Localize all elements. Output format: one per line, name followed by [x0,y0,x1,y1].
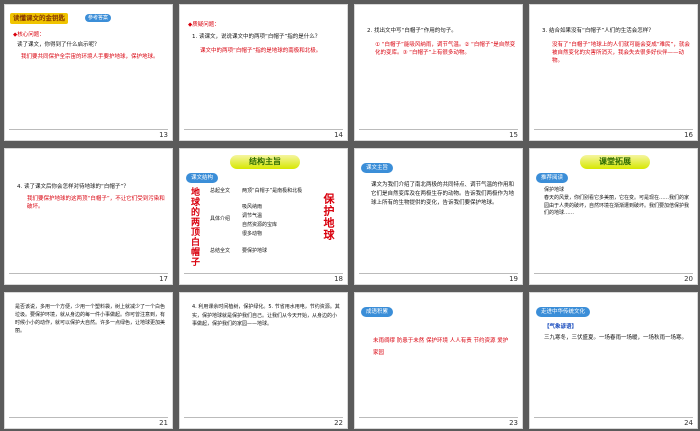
footer-line [184,273,343,274]
slide-answer: 课文为我们介绍了南北两极的共同特点、调节气温的作用和它们是自然变库及在两极生存的… [371,182,515,206]
reading-subtitle: 保护地球 [544,187,565,193]
slide-heading: 结构主旨 [230,155,300,169]
structure-item: 具体介绍 [210,216,231,222]
footer-line [359,129,518,130]
vertical-theme: 保护地球 [322,193,335,241]
slide-14[interactable]: ◆质疑问题： 1. 读课文，说说课文中的两项“白帽子”指的是什么？ 课文中的两项… [179,4,348,141]
footer-line [9,273,168,274]
slide-number: 23 [509,419,518,427]
structure-item: 很多动物 [242,231,263,237]
slide-number: 16 [684,131,693,139]
reading-text: 是否该说，多用一个方便，少用一个塑料袋，树上就减少了一个白色垃圾。要保护环境，就… [15,304,166,334]
structure-item: 自然资源的宝库 [242,222,278,228]
slide-number: 24 [684,419,693,427]
slide-number: 17 [159,275,168,283]
slide-answer: ① “白帽子”能吸风纳雨，调节气温。② “白帽子”是自然变化的变库。③ “白帽子… [375,42,516,56]
section-tag: 课文主旨 [361,163,394,173]
footer-line [184,129,343,130]
proverb-heading: 【气象谚语】 [544,324,578,330]
slide-15[interactable]: 2. 找出文中写“白帽子”作用的句子。 ① “白帽子”能吸风纳雨，调节气温。② … [354,4,523,141]
structure-item: 两顶“白帽子”是南极和北极 [242,188,303,194]
slide-24[interactable]: 走进中华传统文化 【气象谚语】 三九寒冬，三伏盛夏。一场春雨一场暖，一场秋雨一场… [529,292,698,429]
slide-number: 14 [334,131,343,139]
slide-number: 13 [159,131,168,139]
proverb-text: 三九寒冬，三伏盛夏。一场春雨一场暖，一场秋雨一场寒。 [544,335,688,341]
slide-18[interactable]: 结构主旨 课文结构 地球的两顶白帽子 保护地球 总起全文 两顶“白帽子”是南极和… [179,148,348,285]
slide-13[interactable]: 读懂课文的金钥匙 参考答案 ◆核心问题： 读了课文，你得到了什么启示呢？ 我们要… [4,4,173,141]
slide-22[interactable]: 4. 利用课余时间植树，保护绿化。5. 节省用水用电，节约资源。其实，保护地球就… [179,292,348,429]
footer-line [359,273,518,274]
slide-question: 2. 找出文中写“白帽子”作用的句子。 [367,28,457,34]
slide-number: 21 [159,419,168,427]
structure-item: 总起全文 [210,188,231,194]
slide-answer: 我们要共同保护全宗宙的环境人手要护地球，保护地球。 [21,54,159,60]
reading-text: 4. 利用课余时间植树，保护绿化。5. 节省用水用电，节约资源。其实，保护地球就… [192,304,340,327]
slide-answer: 没有了“白帽子”地球上的人们就可能会变成“难民”，就会被自然变化的灾害所消灭，我… [552,42,690,64]
slide-heading: ◆核心问题： [13,32,45,38]
structure-item: 吸风纳雨 [242,204,263,210]
slide-20[interactable]: 课堂拓展 推荐阅读 保护地球 春天的风景，你们别看它多美丽，它在变。可是现在……… [529,148,698,285]
idiom-list: 未雨绸缪 防患于未然 保护环境 人人有责 节约资源 爱护家园 [373,338,509,356]
structure-item: 总结全文 [210,248,231,254]
section-tag: 推荐阅读 [536,173,569,183]
slide-21[interactable]: 是否该说，多用一个方便，少用一个塑料袋，树上就减少了一个白色垃圾。要保护环境，就… [4,292,173,429]
slide-heading: 课堂拓展 [580,155,650,169]
footer-line [184,417,343,418]
slide-number: 18 [334,275,343,283]
slide-19[interactable]: 课文主旨 课文为我们介绍了南北两极的共同特点、调节气温的作用和它们是自然变库及在… [354,148,523,285]
answer-badge: 参考答案 [85,14,112,22]
footer-line [9,129,168,130]
slide-question: 4. 读了课文后你会怎样对待地球的“白帽子”？ [17,184,129,190]
structure-item: 要保护地球 [242,248,268,254]
slide-question: 读了课文，你得到了什么启示呢？ [17,42,100,48]
slide-question: 1. 读课文，说说课文中的两项“白帽子”指的是什么？ [192,34,321,40]
footer-line [534,417,693,418]
slide-number: 15 [509,131,518,139]
slide-16[interactable]: 3. 结合如果没有“白帽子”人们的生活会怎样？ 没有了“白帽子”地球上的人们就可… [529,4,698,141]
vertical-title: 地球的两顶白帽子 [189,187,199,267]
footer-line [359,417,518,418]
slide-23[interactable]: 成语积累 未雨绸缪 防患于未然 保护环境 人人有责 节约资源 爱护家园 23 [354,292,523,429]
slide-answer: 我们要保护地球的这两顶“白帽子”，不让它们受到污染和破坏。 [27,196,165,210]
section-tag: 课文结构 [186,173,219,183]
slide-heading: ◆质疑问题： [188,22,220,28]
slide-number: 22 [334,419,343,427]
section-tag: 走进中华传统文化 [536,307,591,317]
structure-item: 调节气温 [242,213,263,219]
slide-17[interactable]: 4. 读了课文后你会怎样对待地球的“白帽子”？ 我们要保护地球的这两顶“白帽子”… [4,148,173,285]
footer-line [534,273,693,274]
slide-number: 19 [509,275,518,283]
slide-question: 3. 结合如果没有“白帽子”人们的生活会怎样？ [542,28,654,34]
reading-text: 春天的风景，你们别看它多美丽，它在变。可是现在……我们的家园由于人类的破坏，自然… [544,195,690,216]
slide-answer: 课文中的两项“白帽子”指的是地球的南极和北极。 [200,48,322,54]
section-tag: 成语积累 [361,307,394,317]
footer-line [9,417,168,418]
slide-title: 读懂课文的金钥匙 [10,13,68,24]
slide-number: 20 [684,275,693,283]
footer-line [534,129,693,130]
